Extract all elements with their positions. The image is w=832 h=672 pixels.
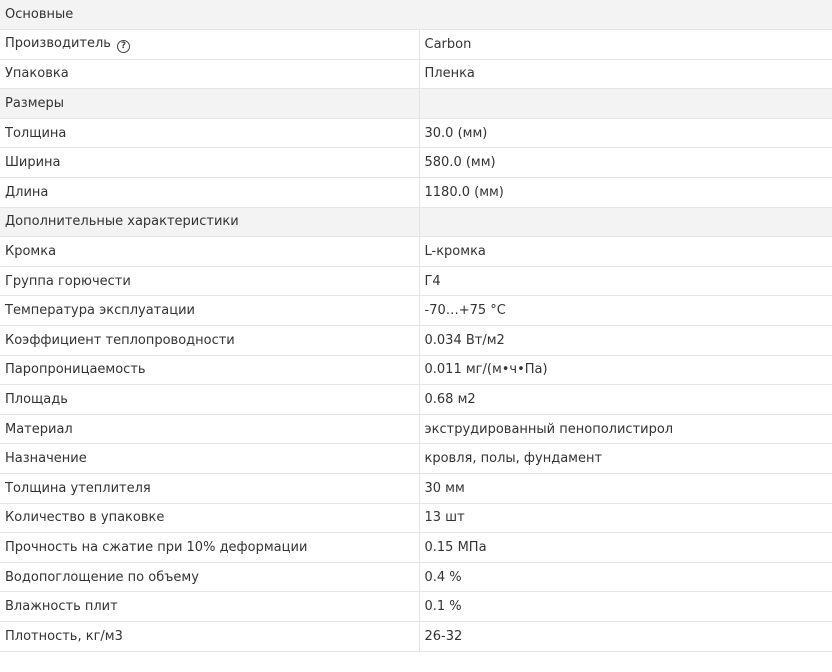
spec-row-vapor-permeability: Паропроницаемость 0.011 мг/(м•ч•Па)	[0, 355, 832, 386]
spec-label: Производитель?	[0, 29, 419, 60]
spec-value: 13 шт	[418, 503, 832, 534]
spec-row-water-absorption: Водопоглощение по объему 0.4 %	[0, 562, 832, 593]
spec-value: Пленка	[418, 59, 832, 90]
spec-value: 1180.0 (мм)	[418, 177, 832, 208]
spec-row-length: Длина 1180.0 (мм)	[0, 177, 832, 208]
specifications-table: Основные Производитель? Carbon Упаковка …	[0, 0, 832, 652]
spec-value: -70…+75 °C	[418, 295, 832, 327]
spec-row-packaging: Упаковка Пленка	[0, 59, 832, 90]
spec-value: 580.0 (мм)	[418, 147, 832, 179]
spec-value: 30 мм	[418, 473, 832, 504]
spec-row-thickness: Толщина 30.0 (мм)	[0, 118, 832, 149]
spec-label: Толщина утеплителя	[0, 473, 419, 504]
spec-row-compressive-strength: Прочность на сжатие при 10% деформации 0…	[0, 532, 832, 563]
spec-label: Материал	[0, 414, 419, 445]
section-header-dimensions: Размеры	[0, 88, 832, 119]
spec-value: 0.011 мг/(м•ч•Па)	[418, 355, 832, 386]
spec-label: Водопоглощение по объему	[0, 562, 419, 593]
spec-label: Прочность на сжатие при 10% деформации	[0, 532, 419, 563]
spec-label: Паропроницаемость	[0, 355, 419, 386]
spec-value: 0.15 МПа	[418, 532, 832, 563]
spec-label: Влажность плит	[0, 591, 419, 622]
section-title: Размеры	[0, 88, 419, 119]
spec-label: Толщина	[0, 118, 419, 149]
spec-value: экструдированный пенополистирол	[418, 414, 832, 445]
spec-label: Упаковка	[0, 59, 419, 90]
spec-row-quantity-per-pack: Количество в упаковке 13 шт	[0, 503, 832, 534]
section-header-additional: Дополнительные характеристики	[0, 207, 832, 238]
section-title: Дополнительные характеристики	[0, 207, 419, 238]
spec-row-width: Ширина 580.0 (мм)	[0, 147, 832, 179]
spec-row-flammability: Группа горючести Г4	[0, 266, 832, 297]
spec-label: Температура эксплуатации	[0, 295, 419, 327]
spec-row-operating-temperature: Температура эксплуатации -70…+75 °C	[0, 295, 832, 327]
spec-row-density: Плотность, кг/м3 26-32	[0, 621, 832, 652]
spec-row-purpose: Назначение кровля, полы, фундамент	[0, 443, 832, 474]
spec-label: Кромка	[0, 236, 419, 267]
spec-row-board-moisture: Влажность плит 0.1 %	[0, 591, 832, 622]
spec-label: Плотность, кг/м3	[0, 621, 419, 652]
specifications-body: Основные Производитель? Carbon Упаковка …	[0, 0, 832, 652]
spec-row-area: Площадь 0.68 м2	[0, 384, 832, 415]
spec-label: Площадь	[0, 384, 419, 415]
spec-row-manufacturer: Производитель? Carbon	[0, 29, 832, 60]
section-empty-cell	[418, 88, 832, 119]
spec-label: Группа горючести	[0, 266, 419, 297]
spec-row-insulation-thickness: Толщина утеплителя 30 мм	[0, 473, 832, 504]
spec-value: кровля, полы, фундамент	[418, 443, 832, 474]
spec-value: Г4	[418, 266, 832, 297]
spec-value: 26-32	[418, 621, 832, 652]
spec-row-edge: Кромка L-кромка	[0, 236, 832, 267]
spec-value: 0.1 %	[418, 591, 832, 622]
spec-value: 0.034 Вт/м2	[418, 325, 832, 356]
spec-value: 0.68 м2	[418, 384, 832, 415]
question-circle-icon[interactable]: ?	[116, 39, 130, 53]
section-title: Основные	[0, 0, 832, 31]
spec-row-thermal-conductivity: Коэффициент теплопроводности 0.034 Вт/м2	[0, 325, 832, 356]
spec-value: 30.0 (мм)	[418, 118, 832, 149]
spec-label: Количество в упаковке	[0, 503, 419, 534]
spec-label: Коэффициент теплопроводности	[0, 325, 419, 356]
section-empty-cell	[418, 207, 832, 238]
spec-row-material: Материал экструдированный пенополистирол	[0, 414, 832, 445]
section-header-main: Основные	[0, 0, 832, 31]
spec-value: 0.4 %	[418, 562, 832, 593]
spec-value: Carbon	[418, 29, 832, 60]
spec-label: Длина	[0, 177, 419, 208]
spec-label: Ширина	[0, 147, 419, 179]
spec-value: L-кромка	[418, 236, 832, 267]
spec-label: Назначение	[0, 443, 419, 474]
